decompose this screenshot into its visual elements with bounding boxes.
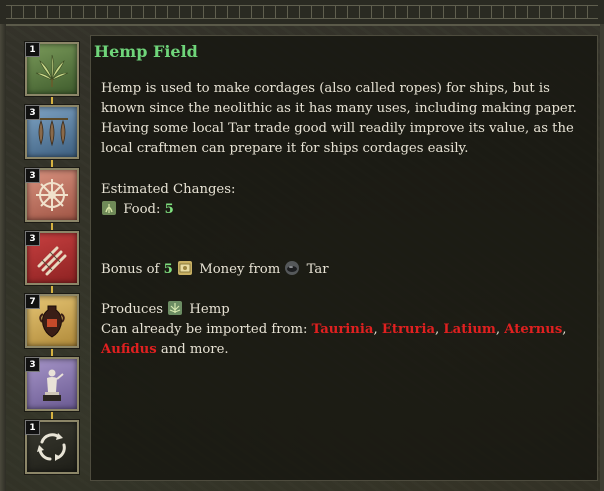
import-row-continued: Aufidus and more.: [101, 340, 229, 360]
bonus-row: Bonus of 5 Money from Tar: [101, 260, 329, 280]
food-value: 5: [164, 202, 174, 217]
import-source[interactable]: Taurinia: [312, 322, 374, 337]
chain-node-rope[interactable]: 3: [25, 231, 79, 285]
import-row: Can already be imported from: Taurinia, …: [101, 320, 567, 340]
separator: ,: [495, 322, 505, 337]
produces-row: Produces Hemp: [101, 300, 230, 320]
produces-item: Hemp: [189, 302, 230, 317]
import-source[interactable]: Etruria: [382, 322, 435, 337]
produces-label: Produces: [101, 302, 164, 317]
right-frame: [600, 24, 604, 491]
building-title: Hemp Field: [94, 42, 198, 61]
chain-node-hemp[interactable]: 1: [25, 42, 79, 96]
separator: ,: [562, 322, 567, 337]
chain-node-amphora[interactable]: 7: [25, 294, 79, 348]
food-label: Food:: [123, 202, 161, 217]
chain-node-cycle[interactable]: 1: [25, 420, 79, 474]
chain-node-statue[interactable]: 3: [25, 357, 79, 411]
bonus-money-label: Money from: [199, 262, 281, 277]
chain-node-fish[interactable]: 3: [25, 105, 79, 159]
chain-node-count: 3: [25, 357, 40, 372]
chain-node-count: 3: [25, 231, 40, 246]
chain-node-count: 1: [25, 420, 40, 435]
greek-key-border: [6, 5, 598, 19]
food-icon: [102, 201, 116, 215]
import-source[interactable]: Aufidus: [101, 342, 157, 357]
tar-icon: [285, 261, 300, 275]
hemp-good-icon: [168, 301, 183, 315]
separator: ,: [373, 322, 382, 337]
bonus-prefix: Bonus of: [101, 262, 160, 277]
chain-node-wheel[interactable]: 3: [25, 168, 79, 222]
chain-node-count: 7: [25, 294, 40, 309]
chain-node-count: 1: [25, 42, 40, 57]
money-icon: [178, 261, 192, 275]
bonus-value: 5: [163, 262, 173, 277]
top-frame: [0, 0, 604, 26]
import-source[interactable]: Aternus: [504, 322, 562, 337]
building-description: Hemp is used to make cordages (also call…: [101, 81, 577, 156]
chain-node-count: 3: [25, 105, 40, 120]
bonus-source: Tar: [306, 262, 329, 277]
chain-node-count: 3: [25, 168, 40, 183]
left-frame: [0, 24, 6, 491]
import-label: Can already be imported from:: [101, 322, 308, 337]
food-change-row: Food: 5: [101, 200, 174, 220]
import-source[interactable]: Latium: [443, 322, 495, 337]
estimated-changes-heading: Estimated Changes:: [101, 182, 236, 197]
import-suffix: and more.: [160, 342, 229, 357]
